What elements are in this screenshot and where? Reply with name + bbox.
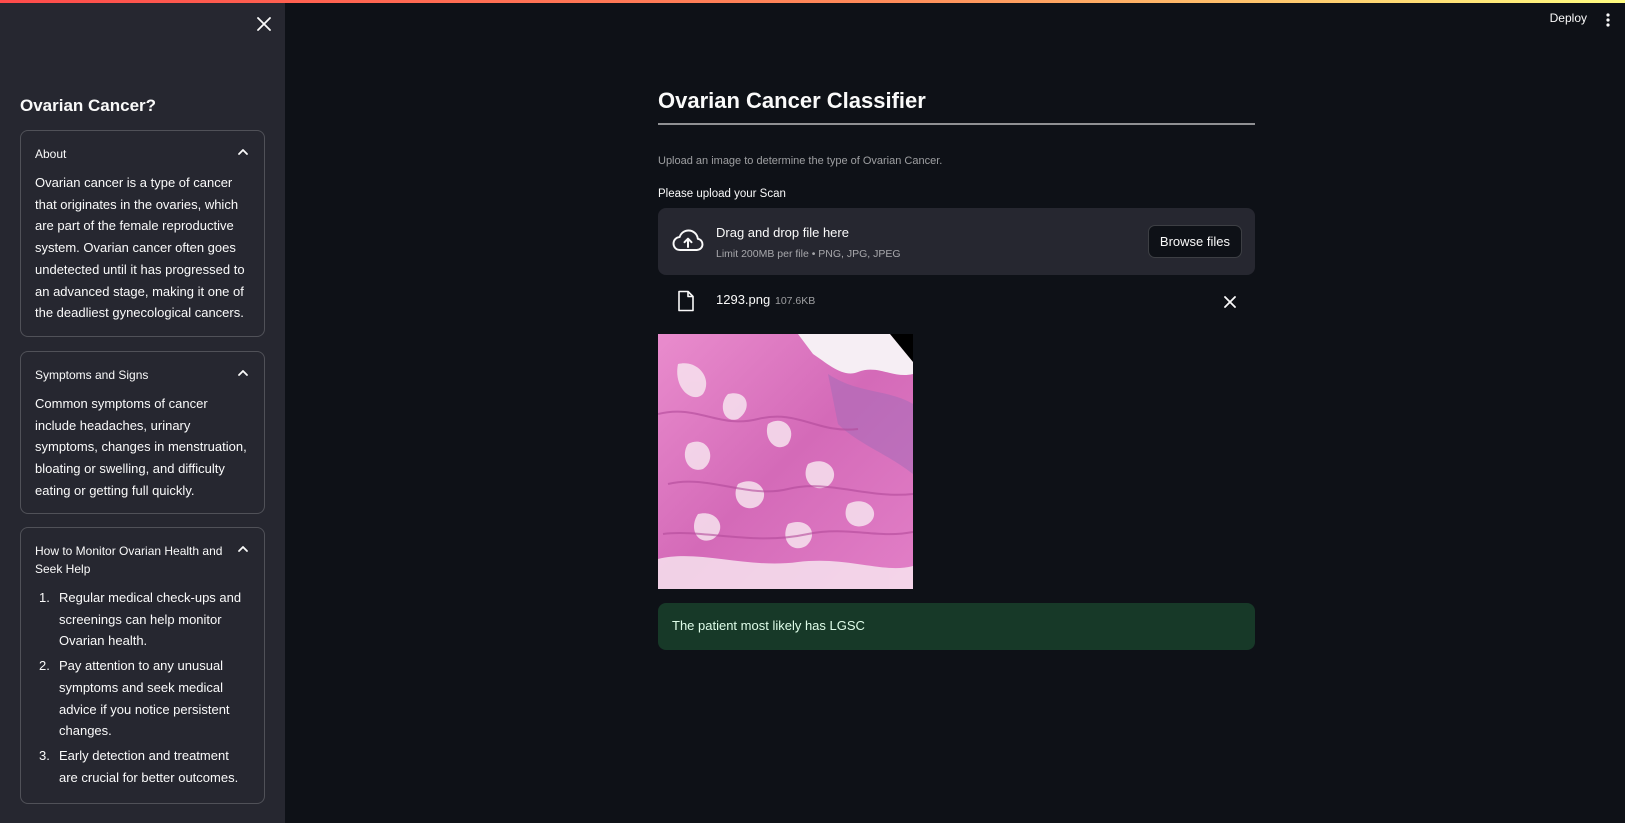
- chevron-up-icon: [238, 149, 248, 155]
- dropzone-title: Drag and drop file here: [716, 225, 849, 240]
- uploaded-scan-image: [658, 334, 913, 589]
- chevron-up-icon: [238, 370, 248, 376]
- deploy-button[interactable]: Deploy: [1550, 11, 1587, 25]
- app-header: Deploy: [1425, 0, 1625, 40]
- sidebar: Ovarian Cancer? About Ovarian cancer is …: [0, 0, 285, 823]
- expander-symptoms-header[interactable]: Symptoms and Signs: [21, 352, 264, 384]
- list-item-text: Early detection and treatment are crucia…: [59, 747, 239, 785]
- expander-monitor-body: 1. Regular medical check-ups and screeni…: [21, 578, 264, 788]
- expander-about-header[interactable]: About: [21, 131, 264, 163]
- expander-title: How to Monitor Ovarian Health and Seek H…: [35, 544, 223, 576]
- remove-file-button[interactable]: [1220, 292, 1240, 312]
- close-icon: [1224, 296, 1236, 308]
- expander-title: Symptoms and Signs: [35, 368, 149, 382]
- histology-image: [658, 334, 913, 589]
- close-icon: [257, 17, 271, 31]
- list-item-number: 2.: [39, 658, 50, 674]
- expander-title: About: [35, 147, 67, 161]
- list-item: 2. Pay attention to any unusual symptoms…: [35, 655, 250, 742]
- monitor-list: 1. Regular medical check-ups and screeni…: [35, 587, 250, 788]
- list-item-number: 3.: [39, 747, 50, 763]
- file-dropzone[interactable]: Drag and drop file here Limit 200MB per …: [658, 208, 1255, 275]
- list-item-text: Pay attention to any unusual symptoms an…: [59, 658, 230, 739]
- list-item: 1. Regular medical check-ups and screeni…: [35, 587, 250, 652]
- uploader-label: Please upload your Scan: [658, 188, 786, 200]
- expander-about-body: Ovarian cancer is a type of cancer that …: [35, 175, 245, 321]
- top-decoration-bar: [0, 0, 1625, 3]
- expander-about: About Ovarian cancer is a type of cancer…: [20, 130, 265, 337]
- sidebar-title: Ovarian Cancer?: [20, 96, 157, 115]
- chevron-up-icon: [238, 546, 248, 552]
- sidebar-close-button[interactable]: [252, 12, 276, 36]
- file-icon: [678, 290, 694, 312]
- expander-symptoms-body: Common symptoms of cancer include headac…: [35, 396, 247, 498]
- cloud-upload-icon: [672, 229, 704, 251]
- page-title: Ovarian Cancer Classifier: [658, 88, 926, 113]
- expander-monitor: How to Monitor Ovarian Health and Seek H…: [20, 527, 265, 804]
- list-item: 3. Early detection and treatment are cru…: [35, 745, 250, 788]
- list-item-text: Regular medical check-ups and screenings…: [59, 590, 242, 649]
- expander-monitor-header[interactable]: How to Monitor Ovarian Health and Seek H…: [21, 528, 264, 578]
- uploaded-file-row: 1293.png 107.6KB: [658, 287, 1255, 317]
- dropzone-limit-text: Limit 200MB per file • PNG, JPG, JPEG: [716, 248, 901, 260]
- page-caption: Upload an image to determine the type of…: [658, 155, 943, 167]
- main-menu-button[interactable]: [1599, 10, 1617, 30]
- result-success-alert: The patient most likely has LGSC: [658, 603, 1255, 650]
- list-item-number: 1.: [39, 590, 50, 605]
- browse-files-button[interactable]: Browse files: [1147, 225, 1242, 258]
- expander-symptoms: Symptoms and Signs Common symptoms of ca…: [20, 351, 265, 514]
- main-content: Ovarian Cancer Classifier Upload an imag…: [658, 0, 1255, 823]
- title-divider: [658, 123, 1255, 125]
- result-text: The patient most likely has LGSC: [672, 618, 865, 633]
- uploaded-file-name: 1293.png: [716, 292, 771, 307]
- kebab-menu-icon: [1606, 13, 1610, 27]
- uploaded-file-size: 107.6KB: [775, 295, 816, 307]
